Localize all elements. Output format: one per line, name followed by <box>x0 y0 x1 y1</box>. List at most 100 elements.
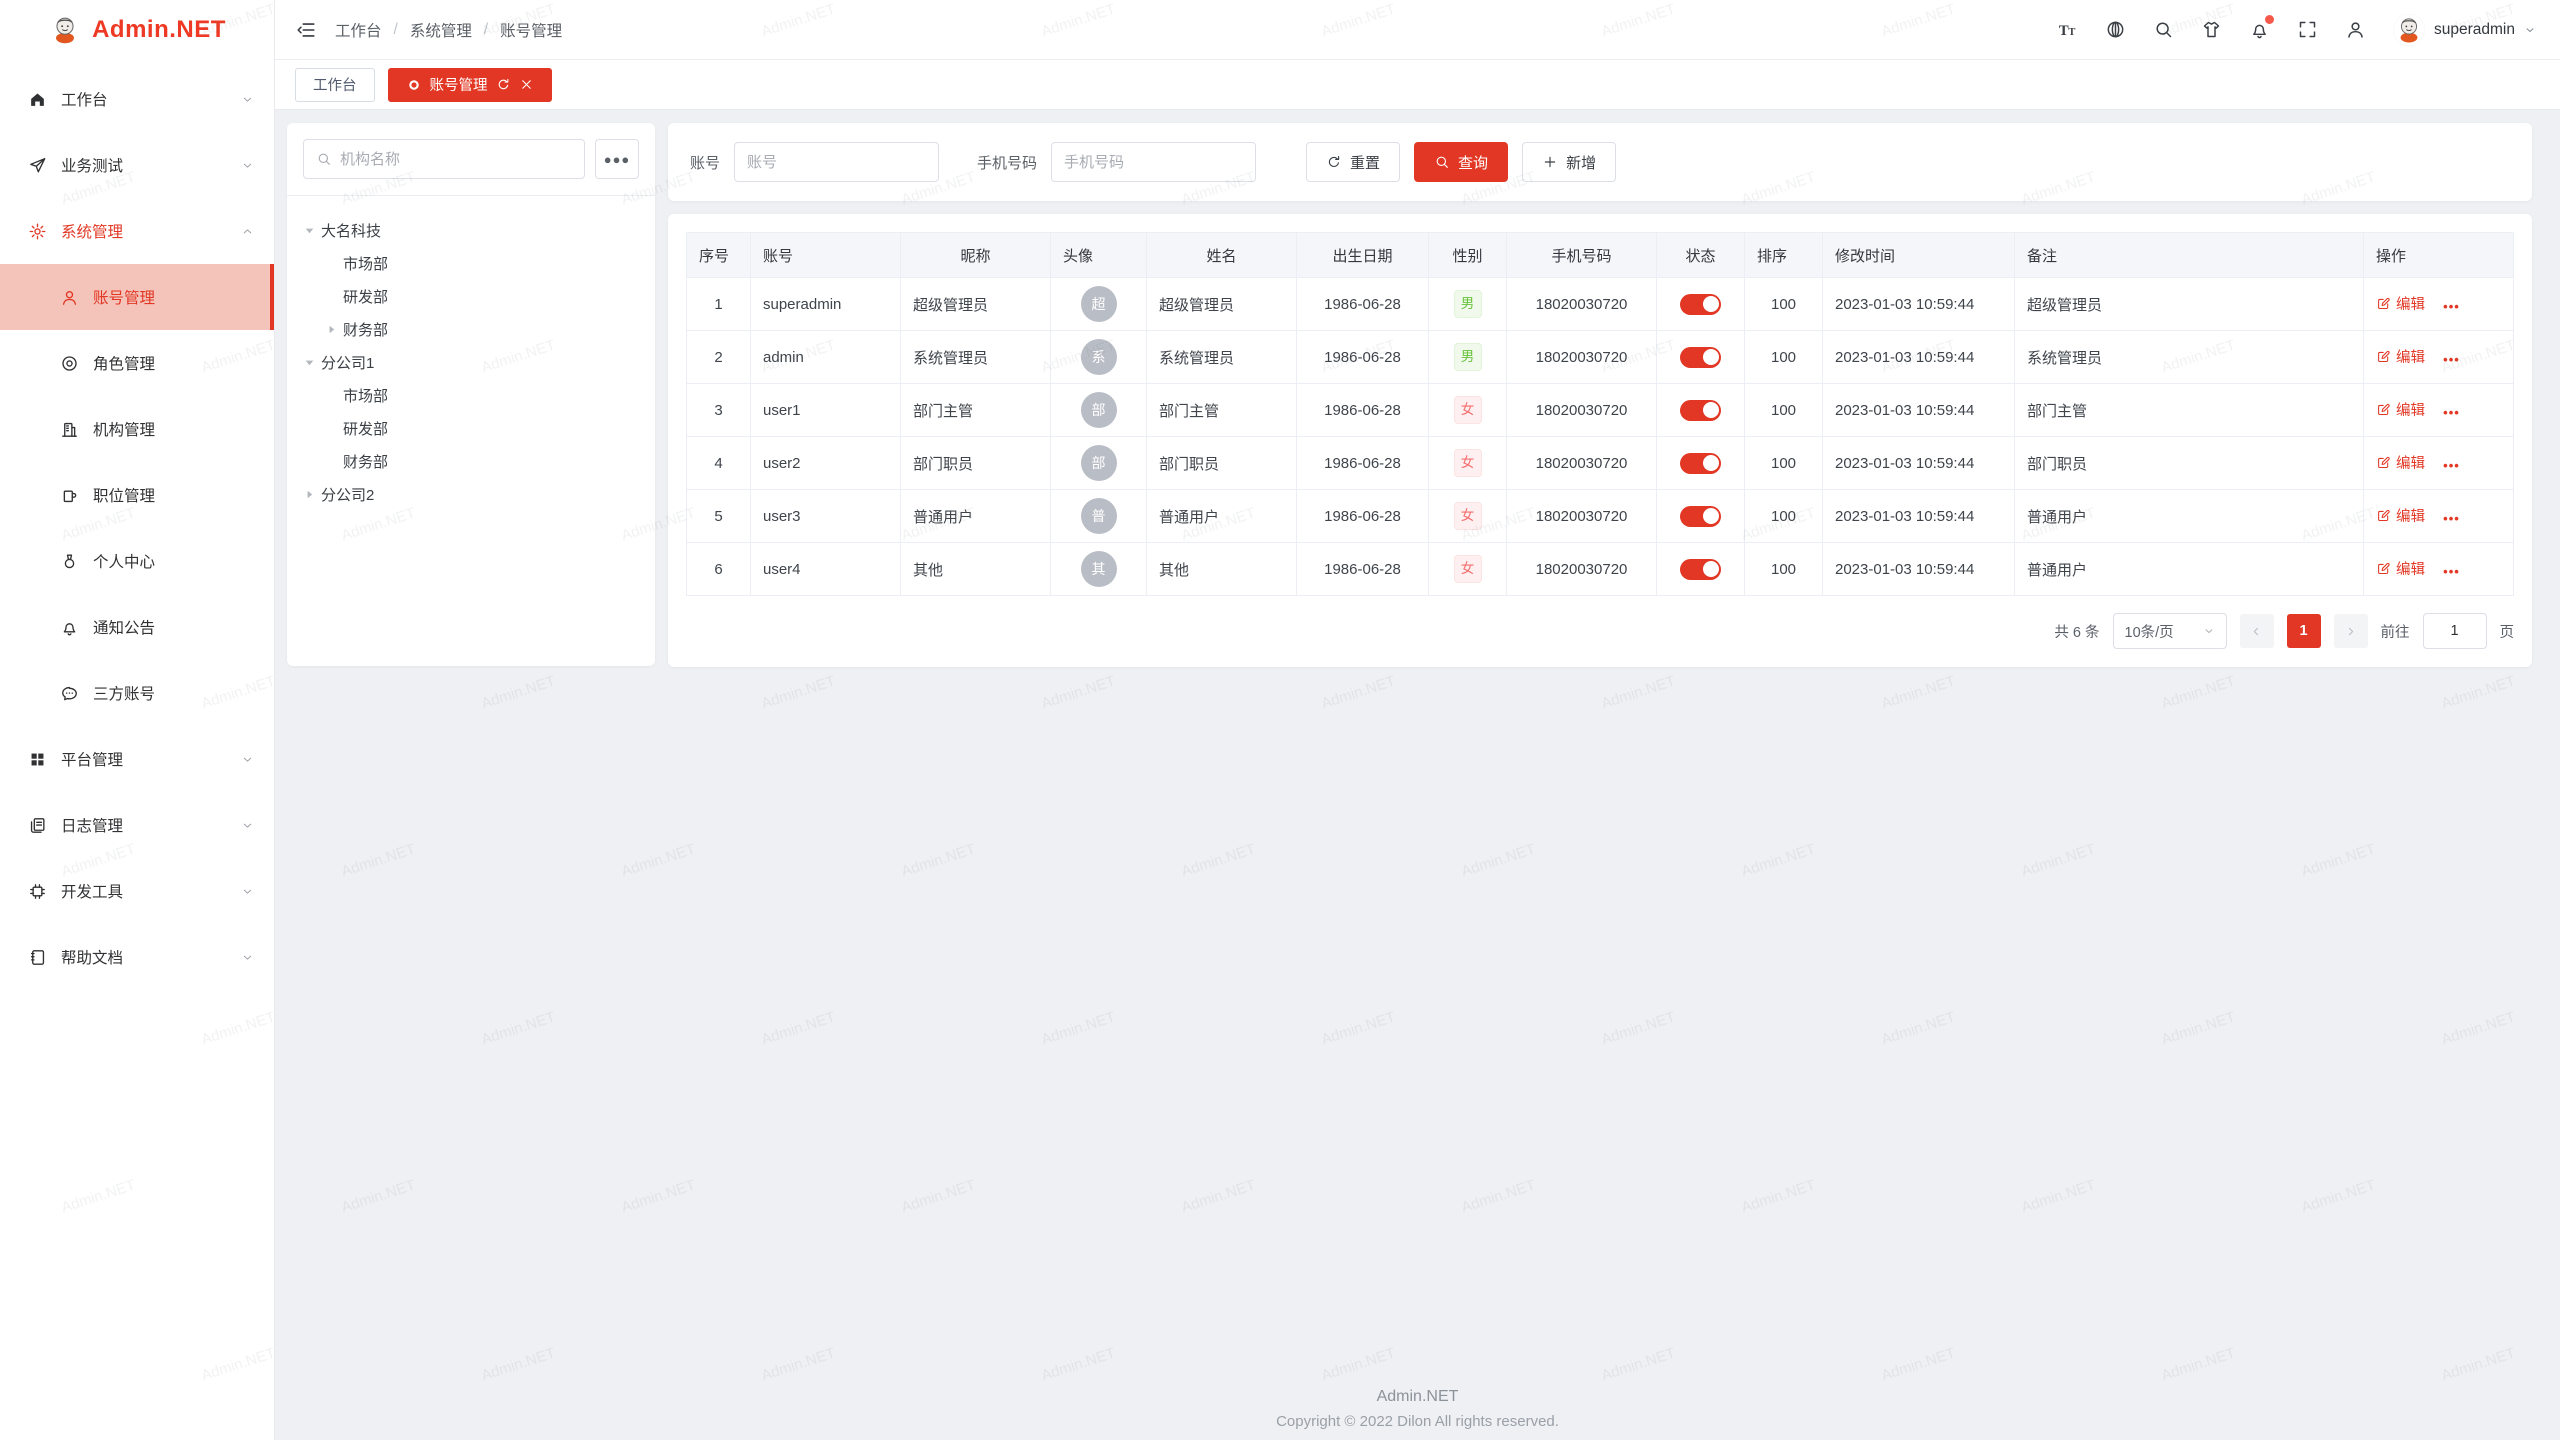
tree-caret-icon[interactable] <box>325 389 338 402</box>
menu-item[interactable]: 工作台 <box>0 66 274 132</box>
tree-node[interactable]: 市场部 <box>303 247 639 280</box>
cell-birthdate: 1986-06-28 <box>1297 384 1429 437</box>
cell-avatar: 系 <box>1051 331 1147 384</box>
menu-item[interactable]: 日志管理 <box>0 792 274 858</box>
menu-item[interactable]: 通知公告 <box>0 594 274 660</box>
edit-button[interactable]: 编辑 <box>2376 558 2425 579</box>
more-actions-button[interactable]: ••• <box>2443 299 2460 314</box>
status-toggle[interactable] <box>1680 559 1721 580</box>
menu-item[interactable]: 系统管理 <box>0 198 274 264</box>
close-icon[interactable] <box>519 77 534 92</box>
account-input[interactable] <box>747 154 926 171</box>
tree-more-button[interactable]: ●●● <box>595 139 639 179</box>
tree-node[interactable]: 分公司2 <box>303 478 639 511</box>
prev-page-button[interactable] <box>2240 614 2274 648</box>
cell-name: 部门职员 <box>1147 437 1297 490</box>
tab-account-management[interactable]: 账号管理 <box>388 68 552 102</box>
breadcrumb-item[interactable]: 工作台 <box>335 19 382 41</box>
menu-item[interactable]: 职位管理 <box>0 462 274 528</box>
add-button[interactable]: 新增 <box>1522 142 1616 182</box>
menu-item[interactable]: 三方账号 <box>0 660 274 726</box>
status-toggle[interactable] <box>1680 347 1721 368</box>
accounts-table: 序号 账号 昵称 头像 姓名 出生日期 性别 <box>686 232 2514 596</box>
menu-item-label: 机构管理 <box>93 418 155 440</box>
more-actions-button[interactable]: ••• <box>2443 352 2460 367</box>
notification-bell-icon[interactable] <box>2249 19 2270 40</box>
menu-item[interactable]: 账号管理 <box>0 264 274 330</box>
page-size-select[interactable]: 10条/页 <box>2113 613 2227 649</box>
tree-caret-icon[interactable] <box>303 356 316 369</box>
language-icon[interactable] <box>2105 19 2126 40</box>
theme-shirt-icon[interactable] <box>2201 19 2222 40</box>
cell-account: admin <box>751 331 901 384</box>
tree-caret-icon[interactable] <box>325 323 338 336</box>
tree-node[interactable]: 大名科技 <box>303 214 639 247</box>
refresh-icon[interactable] <box>496 77 511 92</box>
cell-gender: 女 <box>1429 437 1507 490</box>
menu-item[interactable]: 角色管理 <box>0 330 274 396</box>
tabs-bar: 工作台 账号管理 <box>275 60 2560 110</box>
breadcrumb-item[interactable]: 系统管理 <box>410 19 472 41</box>
status-toggle[interactable] <box>1680 294 1721 315</box>
menu-item[interactable]: 个人中心 <box>0 528 274 594</box>
page-goto-input[interactable] <box>2423 613 2487 649</box>
tree-caret-icon[interactable] <box>303 488 316 501</box>
more-actions-button[interactable]: ••• <box>2443 458 2460 473</box>
more-actions-button[interactable]: ••• <box>2443 405 2460 420</box>
phone-input[interactable] <box>1064 154 1243 171</box>
query-button[interactable]: 查询 <box>1414 142 1508 182</box>
column-header: 操作 <box>2364 233 2514 278</box>
menu-item[interactable]: 帮助文档 <box>0 924 274 990</box>
chevron-icon <box>241 687 254 700</box>
menu-fold-icon[interactable] <box>295 19 317 41</box>
font-size-icon[interactable] <box>2057 19 2078 40</box>
tree-caret-icon[interactable] <box>325 422 338 435</box>
tree-node[interactable]: 分公司1 <box>303 346 639 379</box>
cell-modified-time: 2023-01-03 10:59:44 <box>1823 437 2015 490</box>
app-logo[interactable]: Admin.NET <box>0 0 274 60</box>
edit-button[interactable]: 编辑 <box>2376 505 2425 526</box>
more-actions-button[interactable]: ••• <box>2443 511 2460 526</box>
cell-index: 1 <box>687 278 751 331</box>
status-toggle[interactable] <box>1680 453 1721 474</box>
menu-item[interactable]: 业务测试 <box>0 132 274 198</box>
user-menu[interactable]: superadmin <box>2393 14 2536 46</box>
menu-item[interactable]: 开发工具 <box>0 858 274 924</box>
menu-item-label: 帮助文档 <box>61 946 123 968</box>
edit-button[interactable]: 编辑 <box>2376 452 2425 473</box>
cell-remark: 系统管理员 <box>2015 331 2364 384</box>
tree-node[interactable]: 财务部 <box>303 445 639 478</box>
edit-button[interactable]: 编辑 <box>2376 293 2425 314</box>
search-icon[interactable] <box>2153 19 2174 40</box>
tree-node[interactable]: 研发部 <box>303 412 639 445</box>
org-tree: 大名科技 市场部 研发部 财务部 <box>303 214 639 511</box>
org-search-input[interactable] <box>340 151 572 168</box>
user-outline-icon[interactable] <box>2345 19 2366 40</box>
tree-caret-icon[interactable] <box>303 224 316 237</box>
tree-caret-icon[interactable] <box>325 290 338 303</box>
tree-node[interactable]: 研发部 <box>303 280 639 313</box>
third-party-icon <box>60 684 79 703</box>
tree-caret-icon[interactable] <box>325 455 338 468</box>
tree-node[interactable]: 市场部 <box>303 379 639 412</box>
menu-item[interactable]: 平台管理 <box>0 726 274 792</box>
avatar: 系 <box>1081 339 1117 375</box>
chevron-icon <box>241 225 254 238</box>
column-header: 出生日期 <box>1297 233 1429 278</box>
fullscreen-icon[interactable] <box>2297 19 2318 40</box>
menu-item[interactable]: 机构管理 <box>0 396 274 462</box>
current-page[interactable]: 1 <box>2287 614 2321 648</box>
next-page-button[interactable] <box>2334 614 2368 648</box>
more-actions-button[interactable]: ••• <box>2443 564 2460 579</box>
status-toggle[interactable] <box>1680 400 1721 421</box>
reset-button[interactable]: 重置 <box>1306 142 1400 182</box>
edit-button[interactable]: 编辑 <box>2376 346 2425 367</box>
breadcrumb-item[interactable]: 账号管理 <box>500 19 562 41</box>
tab-workbench[interactable]: 工作台 <box>295 68 375 102</box>
edit-button[interactable]: 编辑 <box>2376 399 2425 420</box>
tree-node[interactable]: 财务部 <box>303 313 639 346</box>
status-toggle[interactable] <box>1680 506 1721 527</box>
org-search-box <box>303 139 585 179</box>
tree-caret-icon[interactable] <box>325 257 338 270</box>
tab-label: 账号管理 <box>430 74 488 95</box>
